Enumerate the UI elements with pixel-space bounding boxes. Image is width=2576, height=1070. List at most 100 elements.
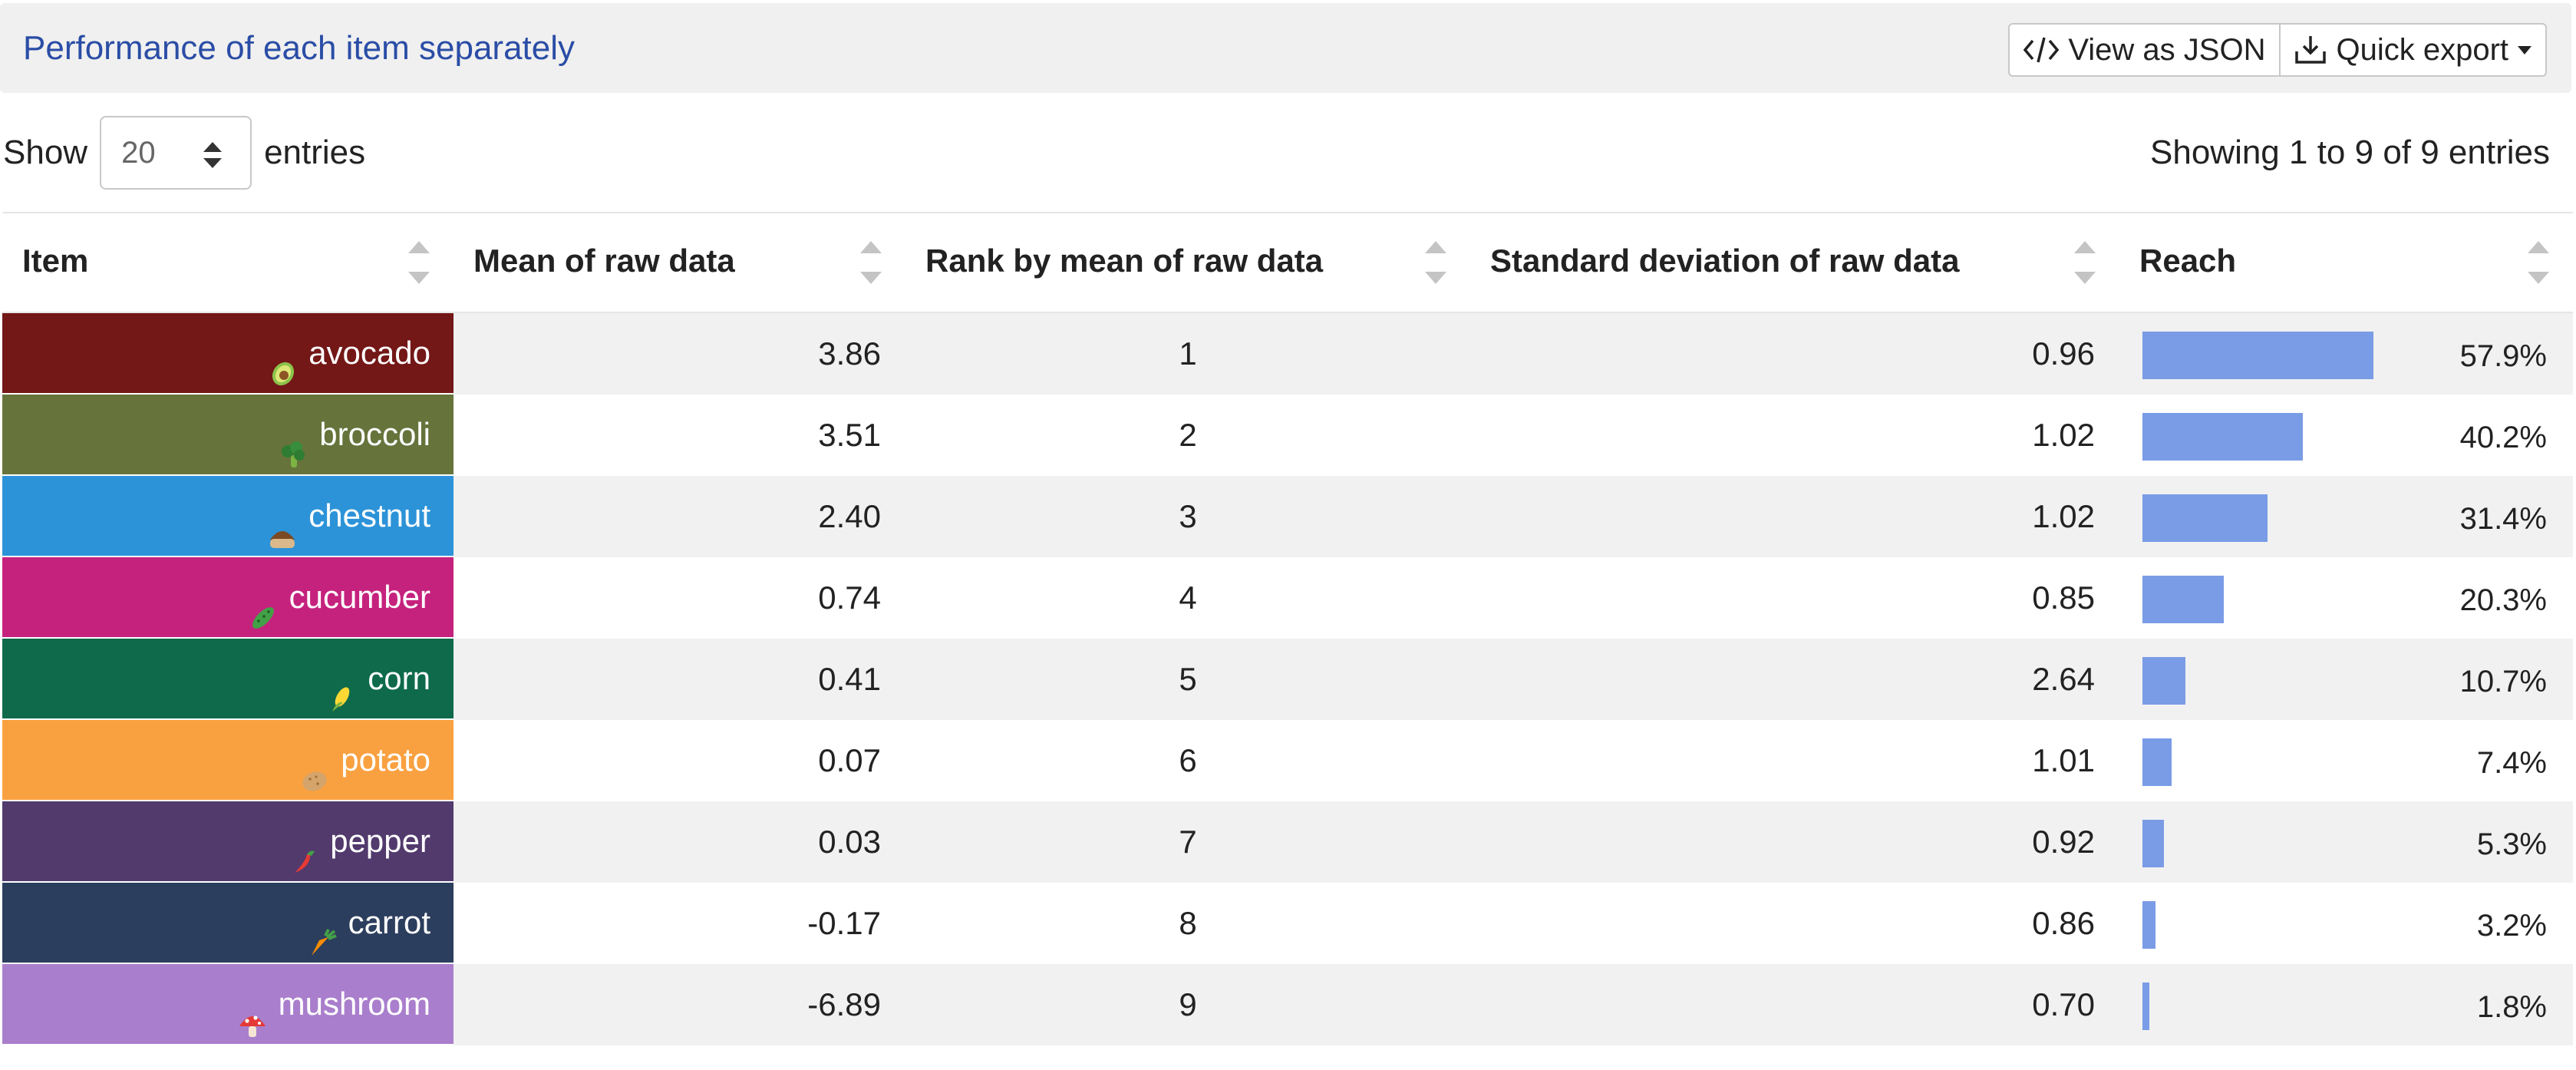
reach-value: 7.4% [2476,746,2547,780]
std-cell: 0.85 [1470,557,2119,639]
mean-cell: 0.74 [454,557,905,639]
reach-value: 10.7% [2459,665,2547,698]
table-row: mushroom -6.89 9 0.70 1.8% [2,964,2573,1045]
sort-icon [860,241,882,284]
std-cell: 0.92 [1470,801,2119,883]
sort-icon [408,241,430,284]
quick-export-button[interactable]: Quick export [2279,23,2547,77]
mean-cell: 3.51 [454,395,905,476]
pepper-icon [289,826,319,873]
mean-cell: -6.89 [454,964,905,1045]
table-body: avocado 3.86 1 0.96 57.9% broccoli 3.51 … [2,313,2573,1045]
reach-bar [2142,820,2164,867]
item-name: cucumber [289,579,430,615]
rank-cell: 1 [905,313,1470,395]
potato-icon [299,745,330,791]
item-cell: carrot [2,883,454,964]
mean-cell: 3.86 [454,313,905,395]
column-header-label: Item [22,243,89,279]
performance-table: Item Mean of raw data Rank by mean of ra… [2,212,2573,1045]
reach-bar [2142,982,2149,1030]
std-cell: 0.96 [1470,313,2119,395]
broccoli-icon [278,419,308,467]
std-cell: 0.86 [1470,883,2119,964]
item-name: chestnut [308,497,430,533]
reach-bar [2142,657,2185,705]
reach-value: 20.3% [2459,583,2547,617]
reach-bar [2142,494,2268,542]
mean-cell: 0.41 [454,639,905,720]
corn-icon [326,663,357,712]
rank-cell: 2 [905,395,1470,476]
item-cell: corn [2,639,454,720]
table-row: cucumber 0.74 4 0.85 20.3% [2,557,2573,639]
reach-cell: 20.3% [2119,557,2573,639]
item-name: potato [341,741,430,778]
table-row: carrot -0.17 8 0.86 3.2% [2,883,2573,964]
mean-cell: 2.40 [454,476,905,557]
rank-cell: 9 [905,964,1470,1045]
reach-bar [2142,413,2303,461]
column-header-label: Standard deviation of raw data [1490,243,1960,279]
reach-bar [2142,901,2155,949]
item-name: corn [368,660,430,696]
reach-value: 31.4% [2459,502,2547,536]
cucumber-icon [248,582,279,629]
mean-cell: -0.17 [454,883,905,964]
carrot-icon [307,907,338,956]
item-cell: avocado [2,313,454,395]
column-header-rank[interactable]: Rank by mean of raw data [905,213,1470,312]
column-header-std[interactable]: Standard deviation of raw data [1470,213,2119,312]
reach-value: 57.9% [2459,339,2547,373]
page-size-value: 20 [121,136,156,170]
quick-export-label: Quick export [2336,32,2508,67]
std-cell: 2.64 [1470,639,2119,720]
reach-value: 40.2% [2459,421,2547,454]
column-header-label: Mean of raw data [473,243,735,279]
std-cell: 0.70 [1470,964,2119,1045]
column-header-label: Reach [2139,243,2237,279]
sort-icon [2074,241,2096,284]
reach-cell: 40.2% [2119,395,2573,476]
item-name: mushroom [278,986,430,1022]
reach-cell: 57.9% [2119,313,2573,395]
reach-bar [2142,332,2373,379]
page-size-select[interactable]: 20 [100,116,252,190]
mean-cell: 0.07 [454,720,905,801]
item-cell: broccoli [2,395,454,476]
reach-cell: 3.2% [2119,883,2573,964]
item-name: avocado [308,335,430,371]
reach-cell: 7.4% [2119,720,2573,801]
reach-value: 5.3% [2476,827,2547,861]
table-row: broccoli 3.51 2 1.02 40.2% [2,395,2573,476]
select-arrows-icon [203,142,223,168]
avocado-icon [267,338,298,386]
rank-cell: 6 [905,720,1470,801]
column-header-mean[interactable]: Mean of raw data [454,213,905,312]
view-as-json-label: View as JSON [2068,32,2266,67]
rank-cell: 7 [905,801,1470,883]
reach-value: 3.2% [2476,909,2547,943]
column-header-reach[interactable]: Reach [2119,213,2573,312]
caret-down-icon [2518,45,2531,54]
reach-bar [2142,576,2224,623]
rank-cell: 5 [905,639,1470,720]
item-cell: pepper [2,801,454,883]
download-icon [2295,36,2327,64]
table-row: pepper 0.03 7 0.92 5.3% [2,801,2573,883]
item-cell: mushroom [2,964,454,1045]
mushroom-icon [237,989,268,1037]
reach-bar [2142,738,2172,786]
reach-cell: 31.4% [2119,476,2573,557]
header-bar: Performance of each item separately View… [0,3,2571,93]
rank-cell: 4 [905,557,1470,639]
item-name: carrot [348,904,430,940]
view-as-json-button[interactable]: View as JSON [2008,23,2280,77]
column-header-item[interactable]: Item [2,213,454,312]
item-cell: chestnut [2,476,454,557]
rank-cell: 3 [905,476,1470,557]
std-cell: 1.02 [1470,476,2119,557]
table-row: chestnut 2.40 3 1.02 31.4% [2,476,2573,557]
page-title: Performance of each item separately [23,29,576,67]
reach-cell: 5.3% [2119,801,2573,883]
